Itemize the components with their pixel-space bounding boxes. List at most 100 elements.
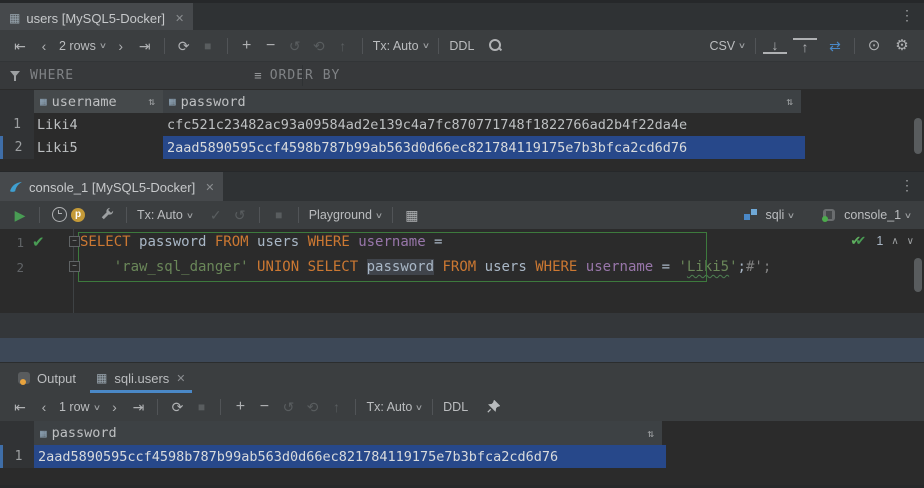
where-filter-input[interactable]: WHERE [30,68,74,83]
export-data-icon[interactable]: ↓ [763,38,787,54]
inspections-ok-icon: ✔✔ [850,235,868,248]
run-success-check-icon[interactable]: ✔ [32,233,45,251]
history-clock-icon[interactable] [47,207,71,224]
pin-icon[interactable] [481,400,505,415]
chevron-down-icon: ∨ [375,211,383,220]
settings-gear-icon[interactable]: ⚙ [890,38,914,53]
separator [39,207,40,223]
column-header-password[interactable]: ▦ password ⇅ [163,90,801,113]
undo-icon: ↺ [276,400,300,414]
stop-icon: ■ [189,401,213,413]
first-page-icon[interactable]: ⇤ [8,400,32,414]
next-page-icon[interactable]: › [102,400,126,414]
compare-icon[interactable]: ⇄ [823,39,847,53]
session-select[interactable]: console_1∨ [841,208,914,222]
run-icon[interactable]: ▶ [8,208,32,222]
column-header-password[interactable]: ▦ password ⇅ [34,421,662,445]
wrench-icon[interactable] [95,207,119,223]
close-icon[interactable]: ✕ [175,12,184,25]
page-size-select[interactable]: 2 rows∨ [56,39,109,53]
separator [432,399,433,415]
prev-page-icon[interactable]: ‹ [32,39,56,53]
last-page-icon[interactable]: ⇥ [126,400,150,414]
playground-mode-select[interactable]: Playground∨ [306,208,385,222]
prev-page-icon[interactable]: ‹ [32,400,56,414]
separator [298,207,299,223]
delete-row-icon[interactable]: − [252,399,276,415]
column-header-username[interactable]: ▦ username ⇅ [34,90,163,113]
users-data-grid: ▦ username ⇅ ▦ password ⇅ 1 Liki4 cfc521… [0,90,924,171]
separator [854,38,855,54]
output-layout-icon[interactable]: ▦ [400,208,424,222]
schema-select[interactable]: sqli∨ [763,208,798,222]
vertical-scrollbar[interactable] [914,118,922,154]
tab-result-sqli-users[interactable]: ▦ sqli.users ✕ [86,363,195,393]
tab-console[interactable]: console_1 [MySQL5-Docker] ✕ [0,172,223,202]
corner-cell [0,90,34,113]
separator [438,38,439,54]
table-icon: ▦ [96,371,107,385]
undo-icon: ↺ [283,39,307,53]
next-page-icon[interactable]: › [109,39,133,53]
tx-mode-select[interactable]: Tx: Auto∨ [134,208,196,222]
tab-users-table[interactable]: ▦ users [MySQL5-Docker] ✕ [0,3,193,33]
close-icon[interactable]: ✕ [205,181,214,194]
page-size-select[interactable]: 1 row∨ [56,400,102,414]
first-page-icon[interactable]: ⇤ [8,39,32,53]
vertical-scrollbar[interactable] [914,258,922,292]
sort-icon[interactable]: ⇅ [148,95,155,108]
schema-icon [744,209,757,221]
reload-icon[interactable]: ⟳ [165,400,189,414]
delete-row-icon[interactable]: − [259,38,283,54]
order-by-input[interactable]: ORDER BY [270,68,341,83]
cell-username-1[interactable]: Liki4 [34,113,166,136]
cell-password-1[interactable]: cfc521c23482ac93a09584ad2e139c4a7fc87077… [163,113,805,136]
filter-funnel-icon[interactable] [10,70,22,82]
stop-icon: ■ [196,40,220,52]
reload-icon[interactable]: ⟳ [172,39,196,53]
column-icon: ▦ [40,95,47,108]
sort-icon[interactable]: ⇅ [647,427,654,440]
inspection-widget[interactable]: ✔✔ 1 ∧ ∨ [850,234,914,248]
output-icon [18,372,30,384]
sort-icon[interactable]: ⇅ [786,95,793,108]
fold-marker-icon[interactable]: − [69,261,80,272]
chevron-down-icon: ∨ [421,41,429,50]
ddl-button[interactable]: DDL [440,400,471,414]
last-page-icon[interactable]: ⇥ [133,39,157,53]
datagrip-window: ▦ users [MySQL5-Docker] ✕ ⋮ ⇤ ‹ 2 rows∨ … [0,0,924,488]
sql-editor[interactable]: 1 2 ✔ − − SELECT password FROM users WHE… [0,229,924,313]
console-message-strip [0,313,924,338]
export-format-select[interactable]: CSV∨ [706,39,748,53]
tx-mode-select[interactable]: Tx: Auto∨ [370,39,432,53]
order-by-icon[interactable]: ≡ [254,68,262,83]
profile-icon[interactable]: p [71,208,95,222]
search-icon[interactable] [483,38,507,54]
more-options-icon[interactable]: ⋮ [900,177,914,194]
chevron-down-icon: ∨ [186,211,194,220]
chevron-down-icon: ∨ [904,211,912,220]
splitter-bar[interactable] [0,338,924,363]
tx-mode-select[interactable]: Tx: Auto∨ [363,400,425,414]
separator [355,399,356,415]
cell-password-2-selected[interactable]: 2aad5890595ccf4598b787b99ab563d0d66ec821… [163,136,805,159]
ddl-button[interactable]: DDL [446,39,477,53]
line-number: 2 [4,260,24,275]
cell-username-2[interactable]: Liki5 [34,136,166,159]
import-data-icon[interactable]: ↑ [793,38,817,54]
separator [259,207,260,223]
fold-marker-icon[interactable]: − [69,236,80,247]
prev-problem-icon[interactable]: ∧ [891,236,898,247]
next-problem-icon[interactable]: ∨ [907,236,914,247]
more-options-icon[interactable]: ⋮ [900,7,914,24]
separator [392,207,393,223]
cell-password-selected[interactable]: 2aad5890595ccf4598b787b99ab563d0d66ec821… [34,445,666,468]
add-row-icon[interactable]: + [228,399,252,415]
close-icon[interactable]: ✕ [176,372,185,385]
output-tabbar: Output ▦ sqli.users ✕ [0,363,924,393]
line-number: 1 [4,235,24,250]
view-options-icon[interactable]: ⊙ [862,38,886,53]
tab-output[interactable]: Output [8,363,86,393]
separator [157,399,158,415]
add-row-icon[interactable]: + [235,38,259,54]
